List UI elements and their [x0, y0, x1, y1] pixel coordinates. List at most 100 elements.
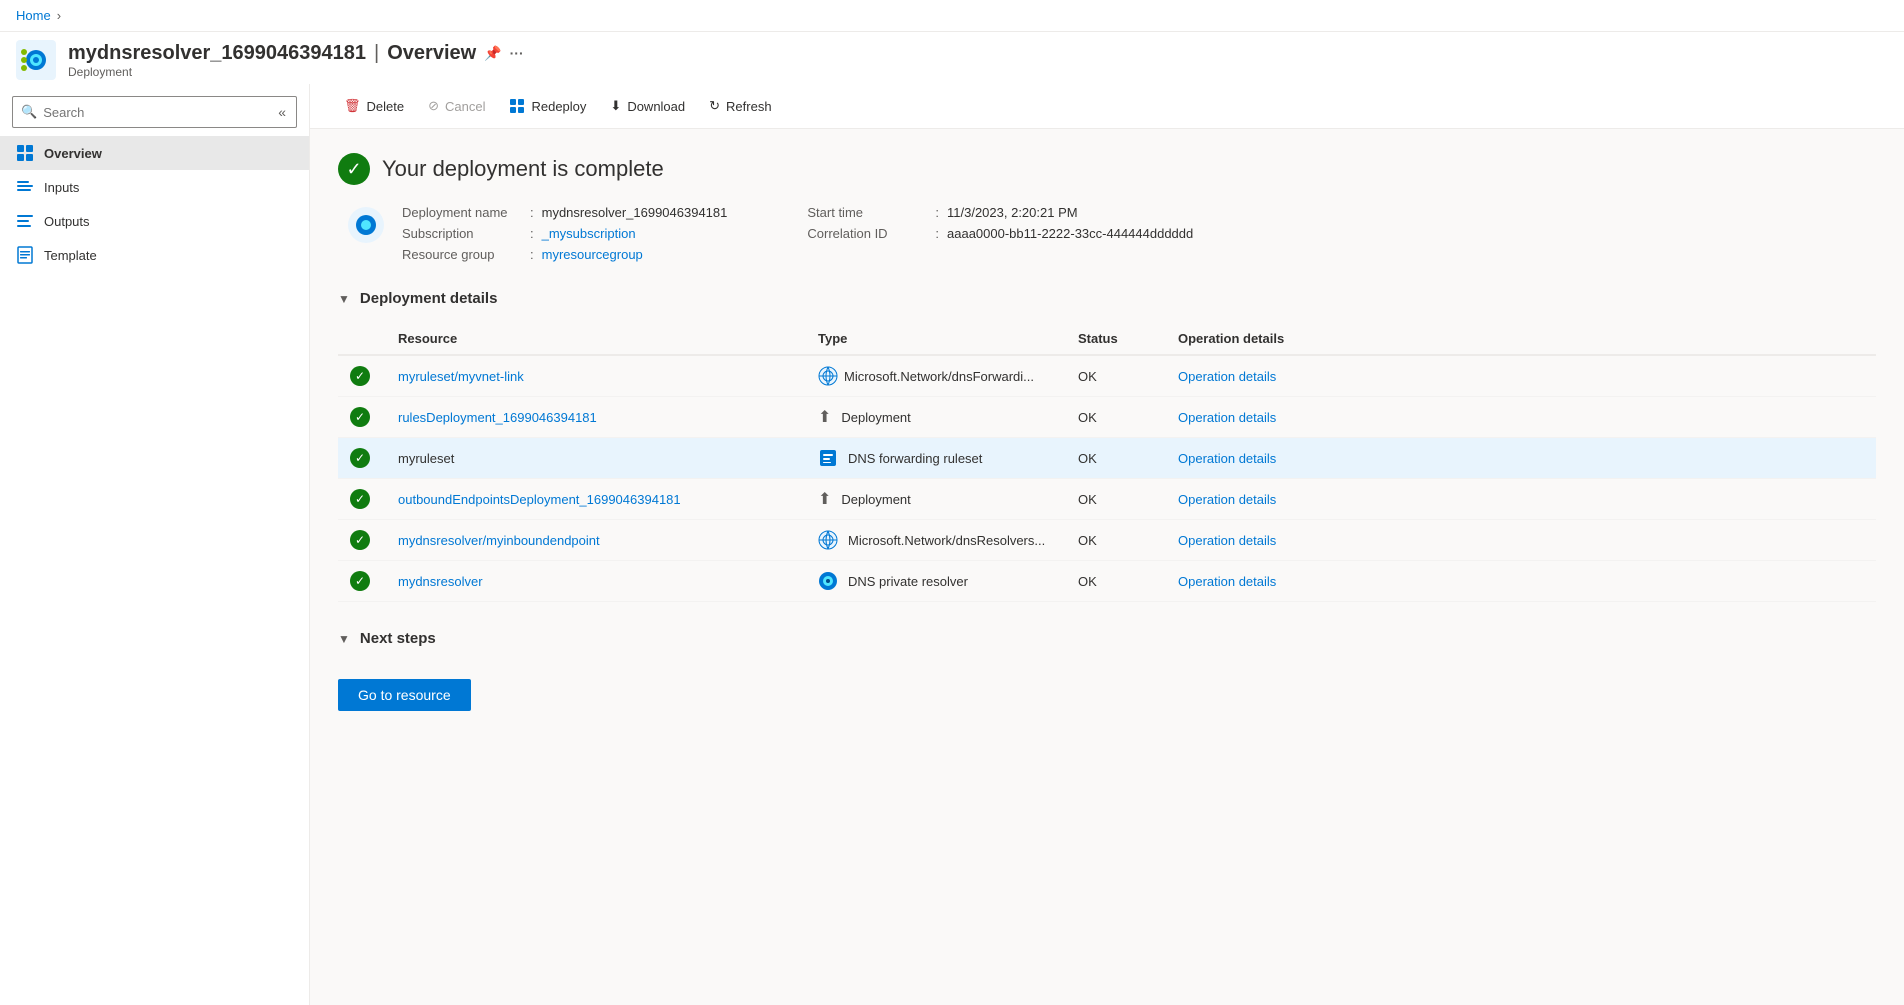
- sidebar-item-inputs[interactable]: Inputs: [0, 170, 309, 204]
- status-value: OK: [1066, 355, 1166, 397]
- type-network-icon: [818, 530, 838, 550]
- resource-group-value[interactable]: myresourcegroup: [542, 247, 643, 262]
- row-status-icon: ✓: [350, 448, 370, 468]
- next-steps-section-header[interactable]: ▼ Next steps: [338, 630, 1876, 647]
- ellipsis-icon[interactable]: ···: [510, 45, 524, 61]
- type-deployment-icon: ⬆: [818, 489, 831, 509]
- resource-link[interactable]: mydnsresolver: [398, 574, 483, 589]
- sidebar-item-template[interactable]: Template: [0, 238, 309, 272]
- row-status-icon: ✓: [350, 571, 370, 591]
- row-status-icon: ✓: [350, 407, 370, 427]
- template-icon: [16, 246, 34, 264]
- status-value: OK: [1066, 397, 1166, 438]
- cancel-icon: ⊘: [428, 98, 439, 114]
- correlation-id-value: aaaa0000-bb11-2222-33cc-444444dddddd: [947, 226, 1193, 241]
- sidebar-item-outputs[interactable]: Outputs: [0, 204, 309, 238]
- outputs-label: Outputs: [44, 214, 90, 229]
- operation-details-link[interactable]: Operation details: [1178, 369, 1276, 384]
- resource-link[interactable]: rulesDeployment_1699046394181: [398, 410, 597, 425]
- operation-details-link[interactable]: Operation details: [1178, 410, 1276, 425]
- deployment-details-label: Deployment details: [360, 290, 498, 307]
- page-resource-icon: [16, 40, 56, 80]
- operation-details-link[interactable]: Operation details: [1178, 492, 1276, 507]
- operation-details-link[interactable]: Operation details: [1178, 574, 1276, 589]
- deployment-name-label: Deployment name: [402, 205, 522, 220]
- table-header-type: Type: [806, 323, 1066, 355]
- collapse-sidebar-button[interactable]: «: [276, 102, 288, 122]
- type-ruleset-icon: [818, 448, 838, 468]
- table-row: ✓ myruleset/myvnet-link: [338, 355, 1876, 397]
- resource-value: myruleset: [398, 451, 454, 466]
- table-header-check: [338, 323, 386, 355]
- table-row: ✓ rulesDeployment_1699046394181 ⬆ Deploy…: [338, 397, 1876, 438]
- redeploy-button[interactable]: Redeploy: [499, 92, 596, 120]
- resource-link[interactable]: mydnsresolver/myinboundendpoint: [398, 533, 600, 548]
- table-row: ✓ outboundEndpointsDeployment_1699046394…: [338, 479, 1876, 520]
- search-icon: 🔍: [21, 104, 37, 120]
- table-header-resource: Resource: [386, 323, 806, 355]
- deployment-name-value: mydnsresolver_1699046394181: [542, 205, 728, 220]
- type-deployment-icon: ⬆: [818, 407, 831, 427]
- go-to-resource-button[interactable]: Go to resource: [338, 679, 471, 711]
- table-row: ✓ mydnsresolver DNS private resolve: [338, 561, 1876, 602]
- table-header-status: Status: [1066, 323, 1166, 355]
- type-value: Deployment: [841, 410, 910, 425]
- page-subtitle: Deployment: [68, 65, 524, 79]
- row-status-icon: ✓: [350, 489, 370, 509]
- operation-details-link[interactable]: Operation details: [1178, 451, 1276, 466]
- outputs-icon: [16, 212, 34, 230]
- row-status-icon: ✓: [350, 366, 370, 386]
- subscription-label: Subscription: [402, 226, 522, 241]
- redeploy-icon: [509, 98, 525, 114]
- operation-details-link[interactable]: Operation details: [1178, 533, 1276, 548]
- search-input[interactable]: [43, 105, 270, 120]
- deployment-success-icon: ✓: [338, 153, 370, 185]
- cancel-button[interactable]: ⊘ Cancel: [418, 92, 495, 120]
- pin-icon[interactable]: 📌: [484, 45, 501, 62]
- next-steps-chevron-icon: ▼: [338, 632, 350, 646]
- inputs-label: Inputs: [44, 180, 79, 195]
- delete-button[interactable]: 🗑 Delete: [334, 92, 414, 120]
- refresh-button[interactable]: ↻ Refresh: [699, 92, 781, 120]
- template-label: Template: [44, 248, 97, 263]
- details-chevron-icon: ▼: [338, 292, 350, 306]
- table-row: ✓ myruleset DN: [338, 438, 1876, 479]
- status-value: OK: [1066, 520, 1166, 561]
- page-title-section: Overview: [387, 42, 476, 65]
- table-header-operation-details: Operation details: [1166, 323, 1876, 355]
- table-row: ✓ mydnsresolver/myinboundendpoint: [338, 520, 1876, 561]
- resource-link[interactable]: outboundEndpointsDeployment_169904639418…: [398, 492, 681, 507]
- deployment-dns-icon: [346, 205, 386, 245]
- deployment-details-table: Resource Type Status Operation details ✓…: [338, 323, 1876, 602]
- type-network-icon: [818, 366, 838, 386]
- deployment-status-title: Your deployment is complete: [382, 156, 664, 182]
- refresh-icon: ↻: [709, 98, 720, 114]
- resource-link[interactable]: myruleset/myvnet-link: [398, 369, 524, 384]
- resource-group-label: Resource group: [402, 247, 522, 262]
- breadcrumb-separator: ›: [57, 8, 61, 23]
- status-value: OK: [1066, 479, 1166, 520]
- next-steps-label: Next steps: [360, 630, 436, 647]
- type-value: DNS forwarding ruleset: [848, 451, 982, 466]
- overview-label: Overview: [44, 146, 102, 161]
- type-value: Microsoft.Network/dnsResolvers...: [848, 533, 1045, 548]
- type-resolver-icon: [818, 571, 838, 591]
- overview-icon: [16, 144, 34, 162]
- start-time-label: Start time: [807, 205, 927, 220]
- download-button[interactable]: ⬇ Download: [600, 92, 695, 120]
- subscription-value[interactable]: _mysubscription: [542, 226, 636, 241]
- type-value: Deployment: [841, 492, 910, 507]
- type-value: Microsoft.Network/dnsForwardi...: [844, 369, 1034, 384]
- breadcrumb-home[interactable]: Home: [16, 8, 51, 23]
- sidebar-item-overview[interactable]: Overview: [0, 136, 309, 170]
- type-value: DNS private resolver: [848, 574, 968, 589]
- download-icon: ⬇: [610, 98, 621, 114]
- row-status-icon: ✓: [350, 530, 370, 550]
- start-time-value: 11/3/2023, 2:20:21 PM: [947, 205, 1078, 220]
- deployment-details-section-header[interactable]: ▼ Deployment details: [338, 290, 1876, 307]
- delete-icon: 🗑: [344, 98, 361, 114]
- page-title-pipe: |: [374, 42, 379, 65]
- correlation-id-label: Correlation ID: [807, 226, 927, 241]
- status-value: OK: [1066, 438, 1166, 479]
- page-title-name: mydnsresolver_1699046394181: [68, 42, 366, 65]
